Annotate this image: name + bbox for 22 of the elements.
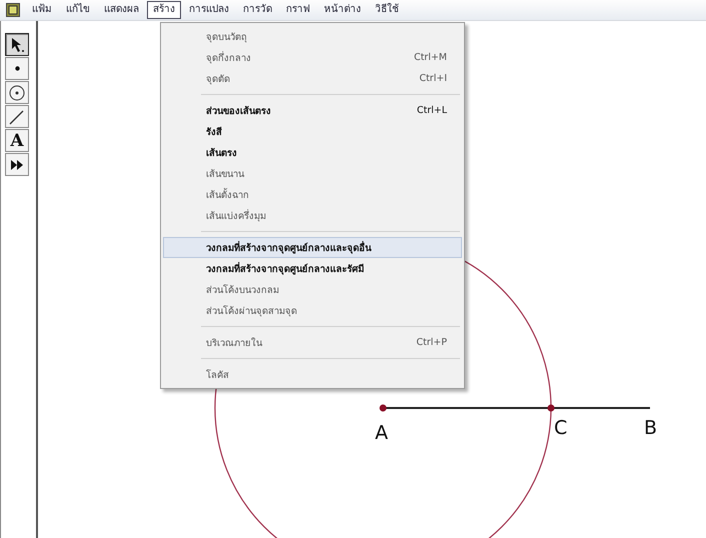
menu-option-label: ส่วนโค้งบนวงกลม <box>206 283 279 297</box>
menu-option-label: จุดบนวัตถุ <box>206 31 247 44</box>
menu-option-label: เส้นตั้งฉาก <box>206 187 249 202</box>
menu-option-label: เส้นตรง <box>206 147 237 160</box>
shortcut-label: Ctrl+M <box>414 52 447 63</box>
menu-option-label: เส้นขนาน <box>206 168 244 181</box>
menu-option-label: บริเวณภายใน <box>206 336 262 350</box>
menu-option-label: จุดตัด <box>206 73 230 86</box>
shortcut-label: Ctrl+P <box>416 337 447 348</box>
point-label: C <box>554 417 568 439</box>
menu-option-label: วงกลมที่สร้างจากจุดศูนย์กลางและรัศมี <box>206 261 364 276</box>
point-label: B <box>644 417 658 439</box>
menu-option-label: รังสี <box>206 126 222 139</box>
menu-option-label: เส้นแบ่งครึ่งมุม <box>206 208 266 223</box>
menu-option-label: วงกลมที่สร้างจากจุดศูนย์กลางและจุดอื่น <box>206 240 371 255</box>
point-label: A <box>375 422 388 444</box>
menu-option-label: ส่วนของเส้นตรง <box>206 105 271 118</box>
shortcut-label: Ctrl+I <box>419 73 447 84</box>
menu-option-label: จุดกึ่งกลาง <box>206 50 251 65</box>
menu-option-label: โลคัส <box>206 368 229 382</box>
shortcut-label: Ctrl+L <box>416 105 447 116</box>
menu-option-label: ส่วนโค้งผ่านจุดสามจุด <box>206 304 297 318</box>
